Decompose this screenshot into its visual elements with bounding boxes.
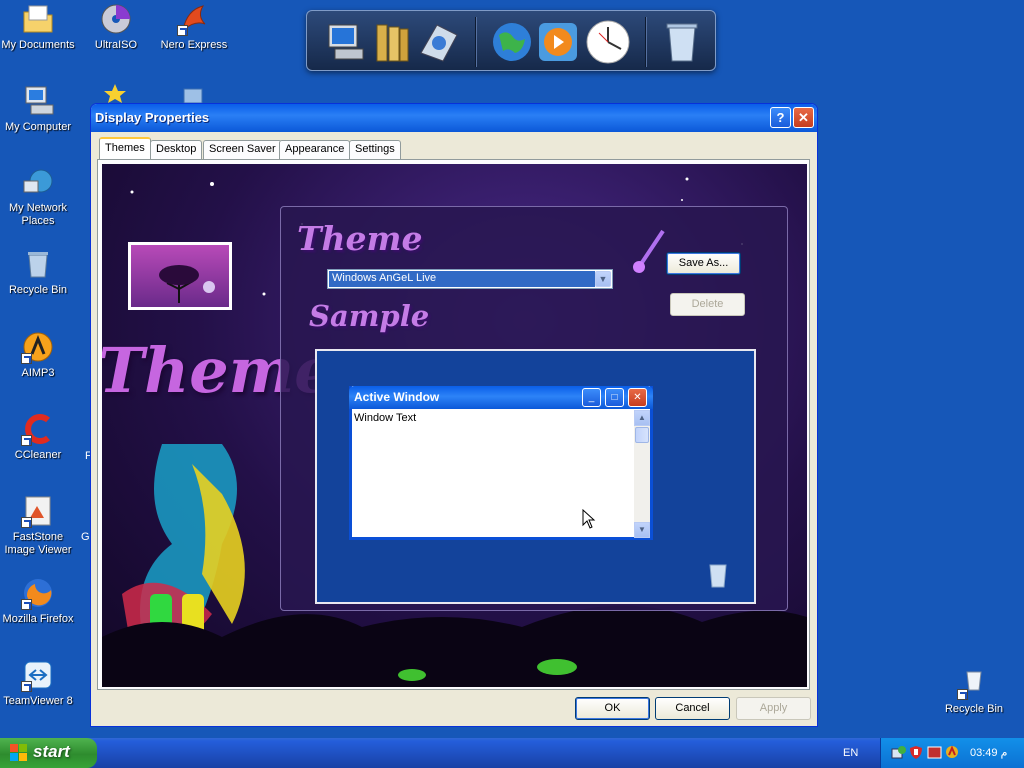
desktop-icon-ccleaner[interactable]: CCleaner (0, 412, 78, 462)
faststone-icon (21, 494, 55, 528)
help-button[interactable]: ? (770, 107, 791, 128)
desktop-icon-firefox[interactable]: Mozilla Firefox (0, 576, 78, 626)
language-indicator[interactable]: EN (843, 747, 858, 759)
dock-separator (645, 17, 647, 67)
network-tray-icon[interactable] (891, 745, 906, 760)
sample-window-text: Window Text (354, 412, 417, 424)
shortcut-arrow-icon (21, 353, 32, 364)
sample-window-title: Active Window (354, 390, 440, 404)
scroll-down-icon: ▼ (634, 522, 650, 538)
desktop-icon-my-documents[interactable]: My Documents (0, 2, 78, 52)
cleaner-tray-icon[interactable] (927, 745, 942, 760)
dock-my-computer-icon[interactable] (321, 19, 367, 65)
desktop-icon-nero-express[interactable]: Nero Express (154, 2, 234, 52)
firefox-icon (21, 576, 55, 610)
tab-themes[interactable]: Themes (99, 137, 151, 160)
dock-bar (306, 10, 716, 71)
themes-tab-panel: Themes Theme Windows AnGeL Live ▼ Save A… (97, 159, 810, 690)
minimize-icon: _ (582, 388, 601, 407)
aimp-icon (21, 330, 55, 364)
close-button[interactable]: ✕ (793, 107, 814, 128)
sample-window-titlebar: Active Window _ □ ✕ (349, 386, 653, 409)
theme-dropdown[interactable]: Windows AnGeL Live ▼ (327, 269, 613, 289)
tab-desktop[interactable]: Desktop (150, 140, 203, 159)
system-tray: 03:49 م (880, 738, 1024, 768)
sample-recycle-bin-icon (709, 564, 727, 588)
start-button[interactable]: start (0, 738, 97, 768)
dock-globe-icon[interactable] (489, 19, 535, 65)
desktop-icon-recycle-bin[interactable]: Recycle Bin (0, 247, 78, 297)
shortcut-arrow-icon (21, 517, 32, 528)
scroll-thumb (635, 427, 649, 443)
theme-settings-panel: Theme Windows AnGeL Live ▼ Save As... De… (280, 206, 788, 611)
security-shield-icon[interactable] (909, 745, 924, 760)
app-tray-icon[interactable] (945, 745, 960, 760)
dock-control-panel-icon[interactable] (415, 19, 461, 65)
ok-button[interactable]: OK (575, 697, 650, 720)
desktop-icon-teamviewer[interactable]: TeamViewer 8 (0, 658, 78, 708)
sample-scrollbar: ▲ ▼ (634, 410, 650, 538)
dock-documents-icon[interactable] (369, 19, 415, 65)
start-label: start (33, 742, 70, 761)
folder-icon (21, 2, 55, 36)
display-properties-dialog: Display Properties ? ✕ Themes Desktop Sc… (90, 103, 818, 727)
computer-icon (21, 84, 55, 118)
shortcut-arrow-icon (21, 435, 32, 446)
teamviewer-icon (21, 658, 55, 692)
dialog-title: Display Properties (95, 110, 210, 125)
desktop-icon-partial (181, 86, 205, 104)
chevron-down-icon[interactable]: ▼ (595, 271, 611, 287)
theme-heading: Theme (297, 219, 423, 258)
maximize-icon: □ (605, 388, 624, 407)
recycle-bin-icon (21, 247, 55, 281)
scroll-up-icon: ▲ (634, 410, 650, 426)
tree-picture-frame (128, 242, 232, 310)
partial-label-g: G (81, 531, 90, 543)
dock-separator (475, 17, 477, 67)
shortcut-arrow-icon (21, 681, 32, 692)
nero-icon (177, 2, 211, 36)
ultraiso-icon (99, 2, 133, 36)
taskbar: start EN 03:49 م (0, 738, 1024, 768)
tab-screen-saver[interactable]: Screen Saver (203, 140, 282, 159)
shortcut-arrow-icon (957, 689, 968, 700)
shortcut-arrow-icon (21, 599, 32, 610)
sample-heading: Sample (309, 299, 430, 333)
desktop-icon-aimp3[interactable]: AIMP3 (0, 330, 78, 380)
tab-settings[interactable]: Settings (349, 140, 401, 159)
mouse-cursor-icon (582, 509, 596, 529)
clock[interactable]: 03:49 م (970, 746, 1007, 759)
recycle-bin-icon (957, 666, 991, 700)
theme-skin-background: Themes Theme Windows AnGeL Live ▼ Save A… (102, 164, 807, 687)
theme-dropdown-value: Windows AnGeL Live (329, 271, 595, 287)
save-as-button[interactable]: Save As... (666, 252, 741, 275)
desktop-icon-ultraiso[interactable]: UltraISO (76, 2, 156, 52)
desktop-icon-star-partial (102, 83, 128, 103)
network-icon (21, 165, 55, 199)
close-icon: ✕ (628, 388, 647, 407)
desktop-icon-my-computer[interactable]: My Computer (0, 84, 78, 134)
dock-media-player-icon[interactable] (535, 19, 581, 65)
ccleaner-icon (21, 412, 55, 446)
sample-preview-area: Active Window _ □ ✕ Window Text ▲ ▼ (315, 349, 756, 604)
dock-clock-icon[interactable] (585, 19, 631, 65)
dock-recycle-bin-icon[interactable] (659, 19, 705, 65)
comet-decoration (633, 229, 665, 273)
desktop-icon-my-network-places[interactable]: My Network Places (0, 165, 78, 228)
sample-active-window: Active Window _ □ ✕ Window Text ▲ ▼ (349, 386, 653, 540)
shortcut-arrow-icon (177, 25, 188, 36)
desktop-icon-faststone[interactable]: FastStone Image Viewer (0, 494, 78, 557)
cancel-button[interactable]: Cancel (655, 697, 730, 720)
apply-button[interactable]: Apply (736, 697, 811, 720)
tab-appearance[interactable]: Appearance (279, 140, 351, 159)
dialog-titlebar[interactable]: Display Properties ? ✕ (91, 104, 817, 132)
delete-button[interactable]: Delete (670, 293, 745, 316)
windows-logo-icon (10, 744, 27, 761)
desktop-icon-recycle-bin-right[interactable]: Recycle Bin (934, 666, 1014, 716)
